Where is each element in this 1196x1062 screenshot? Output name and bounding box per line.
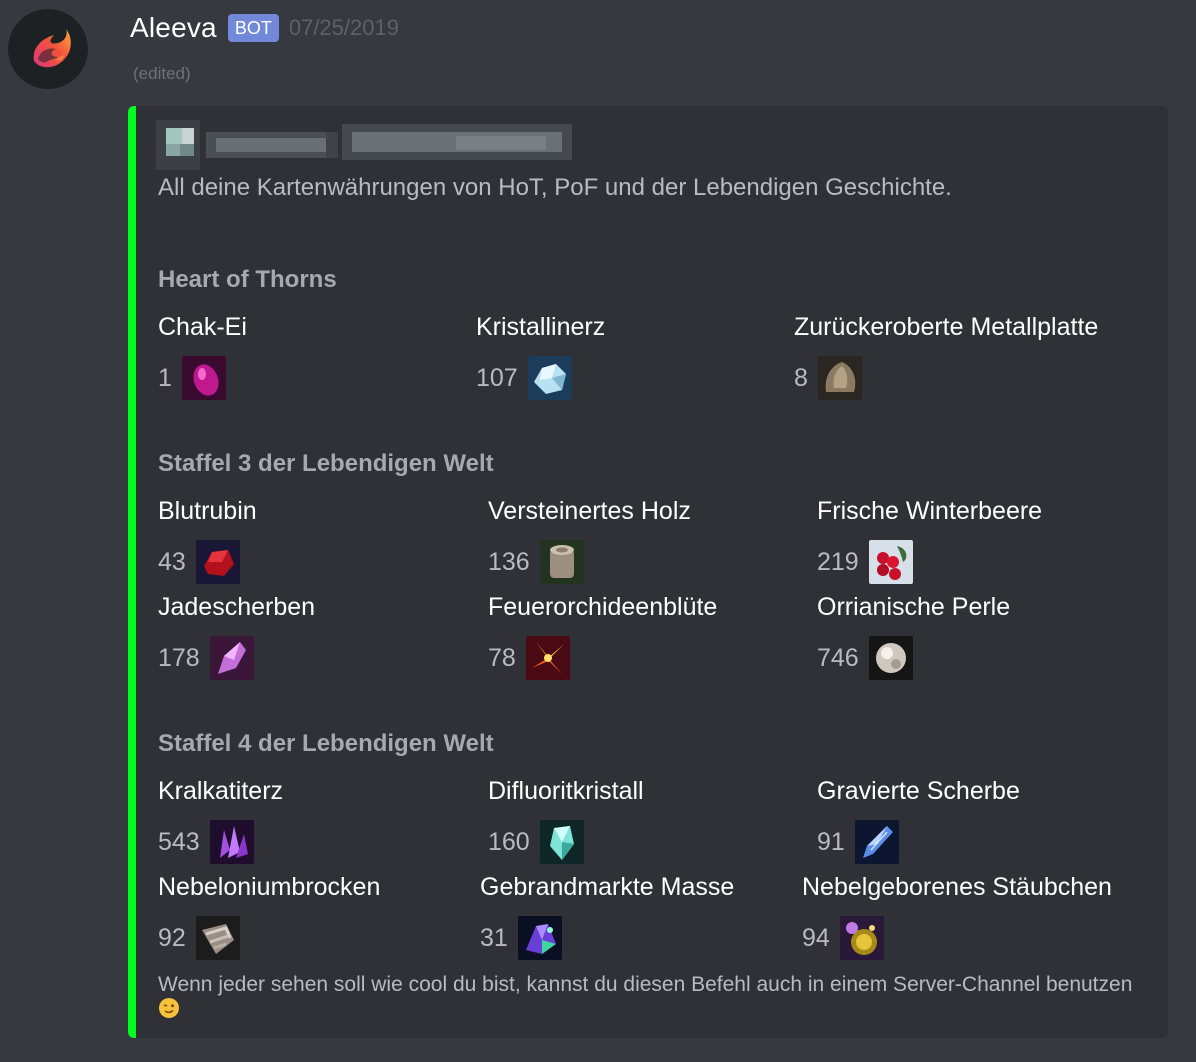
field-name: Kristallinerz xyxy=(476,313,606,341)
field-value: 94 xyxy=(802,923,830,952)
field-kralkatiterz: Kralkatiterz 543 xyxy=(158,774,283,864)
edited-label: (edited) xyxy=(133,64,191,83)
field-value: 1 xyxy=(158,363,172,392)
difluorite-crystal-icon xyxy=(539,820,584,864)
field-gravierte-scherbe: Gravierte Scherbe 91 xyxy=(817,774,1020,864)
blood-ruby-icon xyxy=(195,540,240,584)
jade-shard-icon xyxy=(209,636,254,680)
field-orrianische-perle: Orrianische Perle 746 xyxy=(817,590,1010,680)
field-name: Blutrubin xyxy=(158,497,257,525)
field-name: Gebrandmarkte Masse xyxy=(480,873,735,901)
field-value: 136 xyxy=(488,547,530,576)
field-value: 178 xyxy=(158,643,200,672)
field-value: 31 xyxy=(480,923,508,952)
field-name: Nebelgeborenes Stäubchen xyxy=(802,873,1112,901)
chak-egg-icon xyxy=(181,356,226,400)
field-versteinertes-holz: Versteinertes Holz 136 xyxy=(488,494,691,584)
field-blutrubin: Blutrubin 43 xyxy=(158,494,257,584)
field-name: Kralkatiterz xyxy=(158,777,284,805)
field-feuerorchideenbluete: Feuerorchideenblüte 78 xyxy=(488,590,717,680)
field-kristallinerz: Kristallinerz 107 xyxy=(476,310,605,400)
branded-mass-icon xyxy=(517,916,562,960)
field-name: Gravierte Scherbe xyxy=(817,777,1020,805)
field-value: 92 xyxy=(158,923,186,952)
inscribed-shard-icon xyxy=(854,820,899,864)
message-timestamp[interactable]: 07/25/2019 xyxy=(289,15,399,41)
footer-text: Wenn jeder sehen soll wie cool du bist, … xyxy=(158,973,1133,996)
section-title-season-4: Staffel 4 der Lebendigen Welt xyxy=(158,730,494,757)
bot-avatar[interactable] xyxy=(8,9,88,89)
crystalline-ore-icon xyxy=(527,356,572,400)
chat-message: Aleeva BOT 07/25/2019 (edited) All deine… xyxy=(0,0,1196,1062)
embed-accent-bar xyxy=(128,106,136,1038)
field-value: 219 xyxy=(817,547,859,576)
redacted-embed-title xyxy=(156,120,576,170)
field-name: Feuerorchideenblüte xyxy=(488,593,718,621)
field-jadescherben: Jadescherben 178 xyxy=(158,590,315,680)
field-value: 91 xyxy=(817,827,845,856)
username[interactable]: Aleeva xyxy=(130,12,217,44)
field-value: 78 xyxy=(488,643,516,672)
embed: All deine Kartenwährungen von HoT, PoF u… xyxy=(128,106,1168,1038)
field-name: Difluoritkristall xyxy=(488,777,644,805)
field-name: Versteinertes Holz xyxy=(488,497,691,525)
field-chak-ei: Chak-Ei 1 xyxy=(158,310,247,400)
embed-description: All deine Kartenwährungen von HoT, PoF u… xyxy=(158,174,952,201)
fire-orchid-icon xyxy=(525,636,570,680)
bot-badge: BOT xyxy=(227,14,279,42)
field-nebeloniumbrocken: Nebeloniumbrocken 92 xyxy=(158,870,380,960)
flame-logo-icon xyxy=(33,29,71,68)
winterberry-icon xyxy=(868,540,913,584)
embed-footer-text: Wenn jeder sehen soll wie cool du bist, … xyxy=(158,972,1138,1022)
field-zurueckeroberte-metallplatte: Zurückeroberte Metallplatte 8 xyxy=(794,310,1098,400)
field-value: 107 xyxy=(476,363,518,392)
field-nebelgeborenes-staeubchen: Nebelgeborenes Stäubchen 94 xyxy=(802,870,1112,960)
field-name: Jadescherben xyxy=(158,593,316,621)
mistborn-mote-icon xyxy=(839,916,884,960)
field-value: 543 xyxy=(158,827,200,856)
field-value: 746 xyxy=(817,643,859,672)
field-gebrandmarkte-masse: Gebrandmarkte Masse 31 xyxy=(480,870,734,960)
petrified-wood-icon xyxy=(539,540,584,584)
field-value: 43 xyxy=(158,547,186,576)
field-value: 160 xyxy=(488,827,530,856)
mistonium-icon xyxy=(195,916,240,960)
field-value: 8 xyxy=(794,363,808,392)
field-name: Orrianische Perle xyxy=(817,593,1011,621)
message-header: Aleeva BOT 07/25/2019 xyxy=(130,10,399,46)
orrian-pearl-icon xyxy=(868,636,913,680)
field-name: Frische Winterbeere xyxy=(817,497,1043,525)
field-frische-winterbeere: Frische Winterbeere 219 xyxy=(817,494,1042,584)
field-name: Zurückeroberte Metallplatte xyxy=(794,313,1099,341)
field-name: Chak-Ei xyxy=(158,313,247,341)
kralkatite-ore-icon xyxy=(209,820,254,864)
section-title-heart-of-thorns: Heart of Thorns xyxy=(158,266,337,293)
field-name: Nebeloniumbrocken xyxy=(158,873,381,901)
section-title-season-3: Staffel 3 der Lebendigen Welt xyxy=(158,450,494,477)
reclaimed-metal-plate-icon xyxy=(817,356,862,400)
field-difluoritkristall: Difluoritkristall 160 xyxy=(488,774,644,864)
winking-face-icon xyxy=(159,998,179,1018)
